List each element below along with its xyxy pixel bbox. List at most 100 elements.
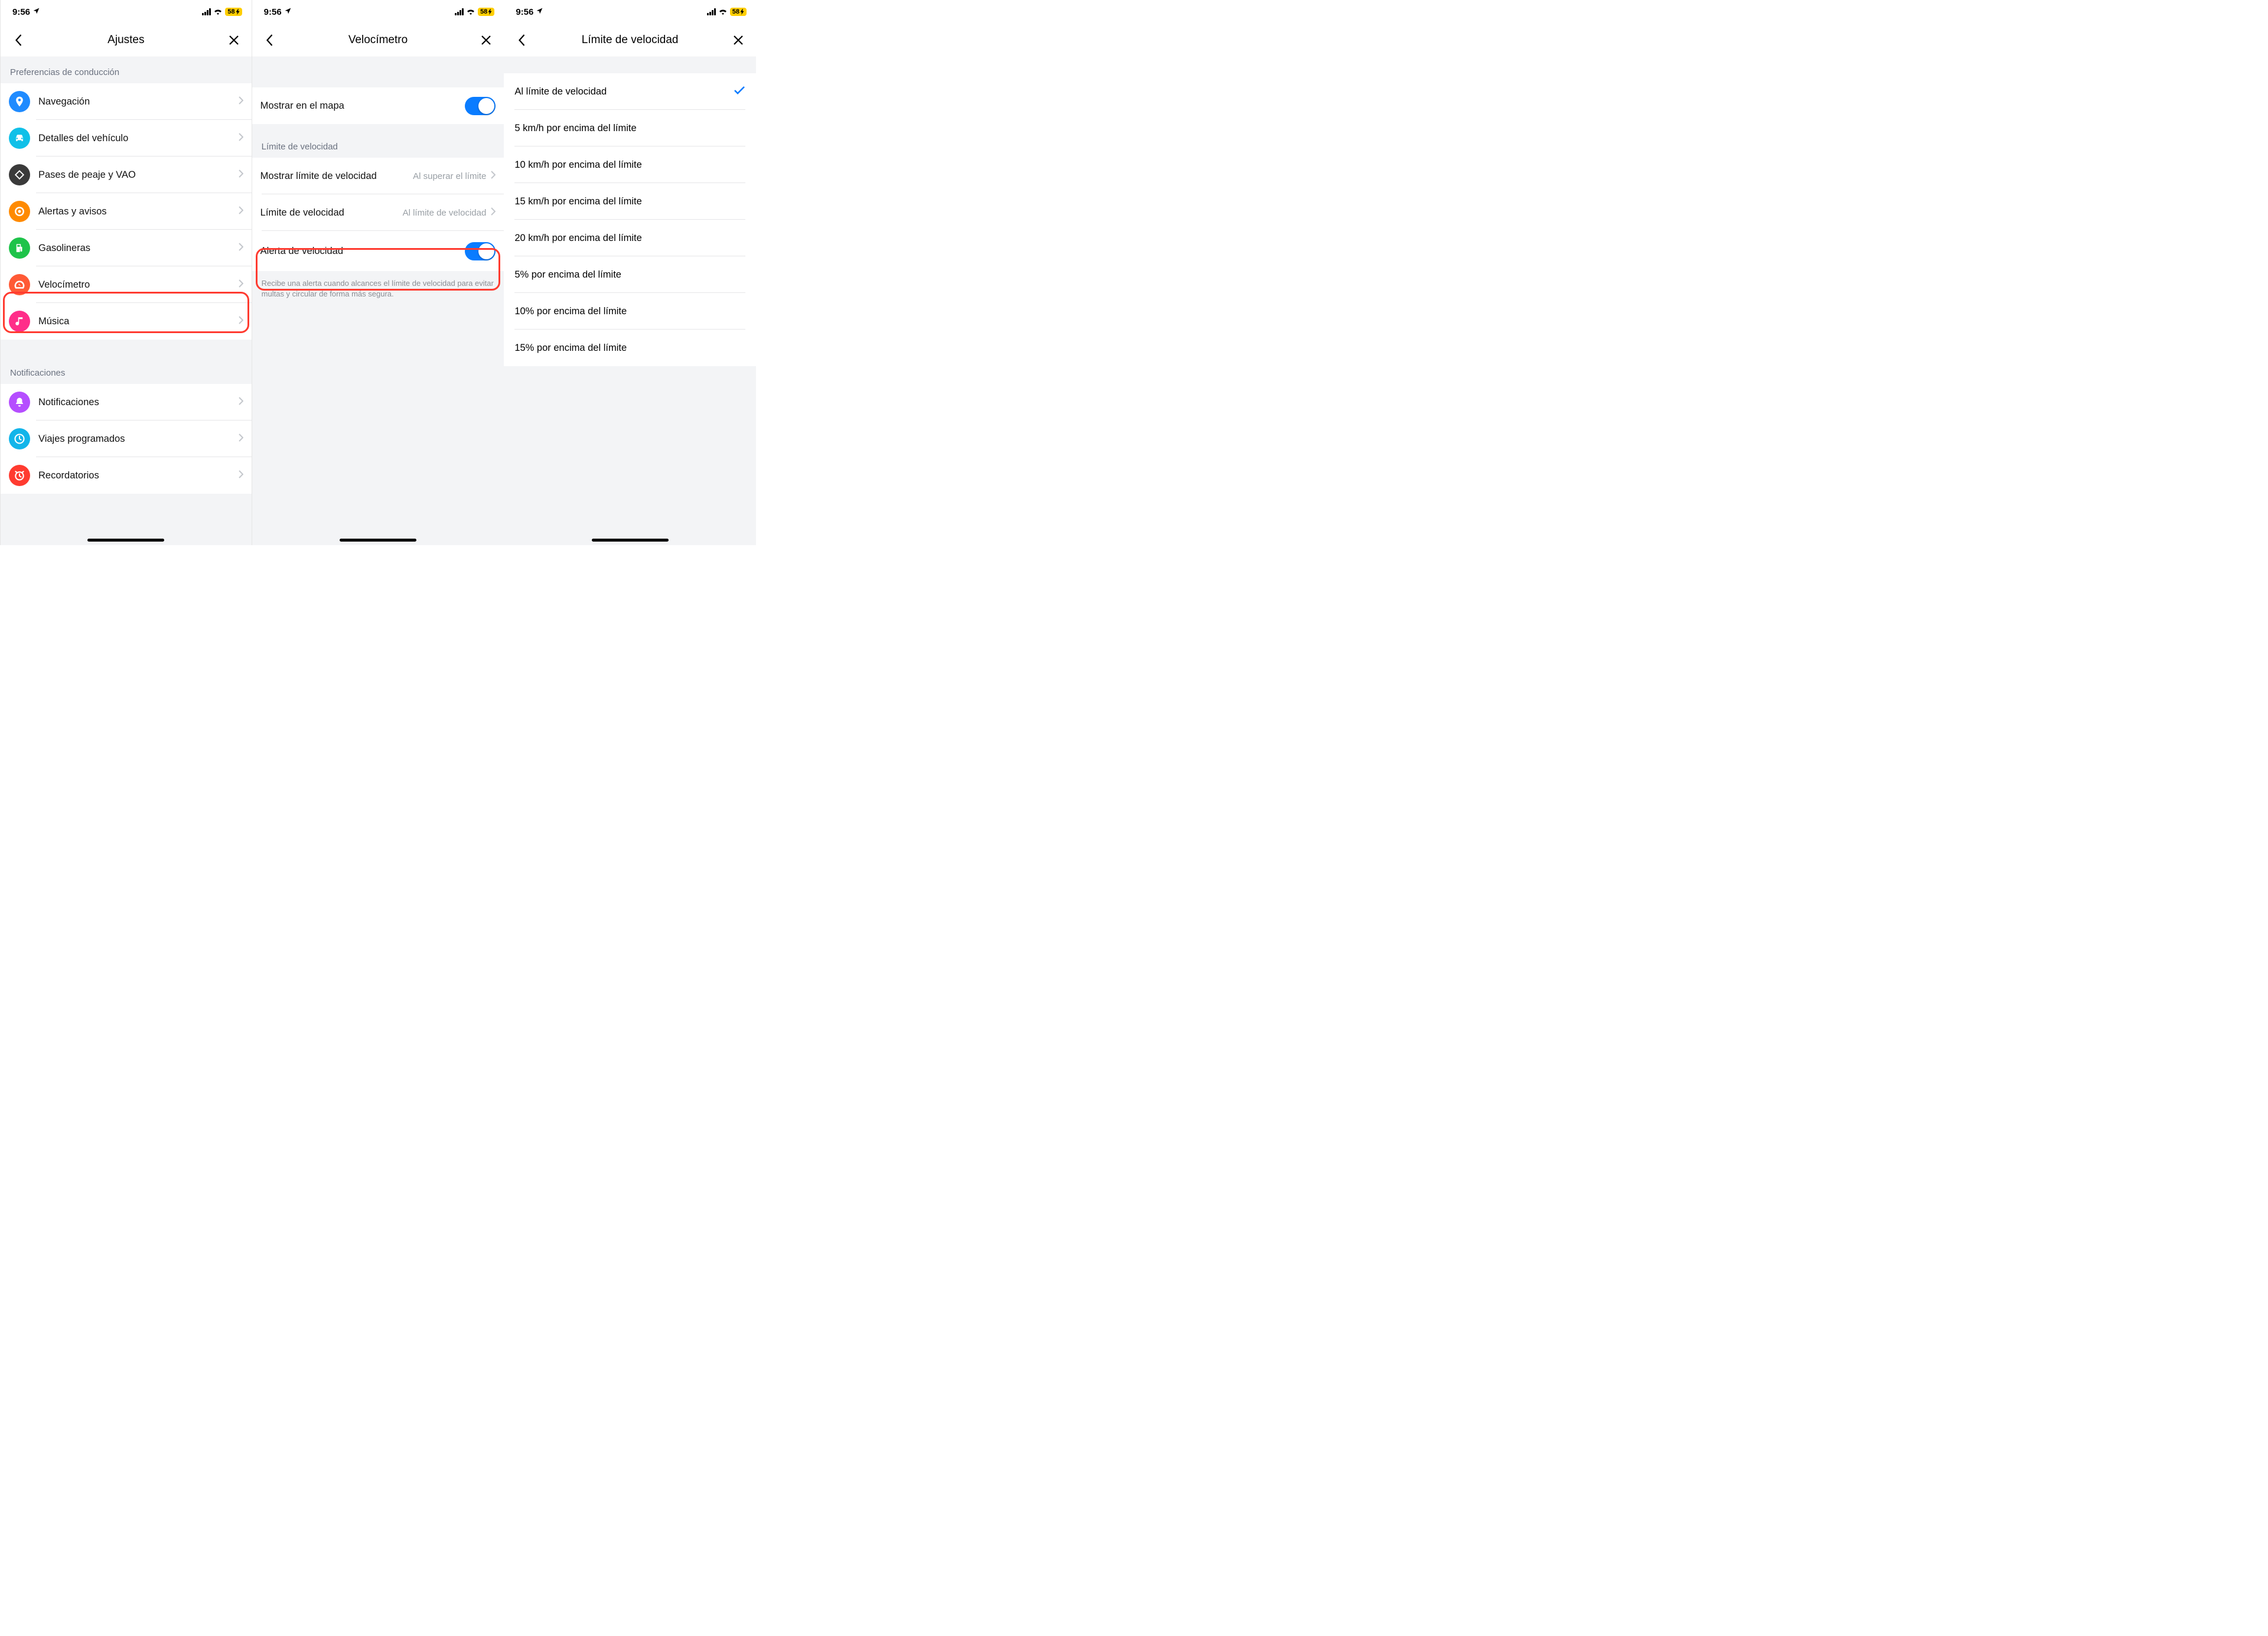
option-item[interactable]: Al límite de velocidad <box>504 73 756 110</box>
option-item[interactable]: 5% por encima del límite <box>504 256 756 293</box>
location-icon <box>32 7 40 17</box>
status-time: 9:56 <box>264 7 282 17</box>
chevron-right-icon <box>239 434 243 445</box>
list-item-label: Notificaciones <box>38 397 239 408</box>
screen-velocimetro: 9:56 58 Velocímetro Mostrar en el mapa L… <box>252 0 504 545</box>
target-icon <box>9 201 30 222</box>
home-indicator[interactable] <box>340 539 416 542</box>
chevron-right-icon <box>239 96 243 107</box>
chevron-right-icon <box>239 170 243 181</box>
location-icon <box>284 7 292 17</box>
notifications-list: Notificaciones Viajes programados Recordat… <box>1 384 252 494</box>
back-button[interactable] <box>512 31 531 50</box>
location-icon <box>536 7 543 17</box>
row-label: Alerta de velocidad <box>260 246 465 257</box>
car-icon <box>9 128 30 149</box>
row-label: Mostrar límite de velocidad <box>260 171 413 182</box>
chevron-right-icon <box>491 171 496 182</box>
row-show-speed-limit[interactable]: Mostrar límite de velocidad Al superar e… <box>252 158 504 194</box>
home-indicator[interactable] <box>592 539 669 542</box>
list-item[interactable]: Viajes programados <box>1 421 252 457</box>
option-item[interactable]: 5 km/h por encima del límite <box>504 110 756 146</box>
cellular-icon <box>455 8 464 15</box>
status-bar: 9:56 58 <box>504 0 756 24</box>
list-item-label: Recordatorios <box>38 470 239 481</box>
row-show-on-map[interactable]: Mostrar en el mapa <box>252 87 504 124</box>
toggle-show-on-map[interactable] <box>465 97 496 115</box>
cellular-icon <box>707 8 716 15</box>
chevron-right-icon <box>239 206 243 217</box>
battery-indicator: 58 <box>730 8 747 16</box>
music-icon <box>9 311 30 332</box>
list-item[interactable]: Música <box>1 303 252 340</box>
list-item[interactable]: Detalles del vehículo <box>1 120 252 157</box>
home-indicator[interactable] <box>87 539 164 542</box>
close-button[interactable] <box>477 31 496 50</box>
status-time: 9:56 <box>516 7 533 17</box>
clock-icon <box>9 428 30 449</box>
speed-limit-options: Al límite de velocidad 5 km/h por encima … <box>504 73 756 366</box>
list-item[interactable]: Gasolineras <box>1 230 252 266</box>
option-label: 20 km/h por encima del límite <box>514 233 642 244</box>
option-item[interactable]: 10% por encima del límite <box>504 293 756 330</box>
back-button[interactable] <box>9 31 28 50</box>
map-icon <box>9 91 30 112</box>
chevron-right-icon <box>239 470 243 481</box>
chevron-right-icon <box>239 397 243 408</box>
nav-header: Límite de velocidad <box>504 24 756 57</box>
section-header-driving: Preferencias de conducción <box>1 57 252 83</box>
screen-limite: 9:56 58 Límite de velocidad Al límite de… <box>504 0 756 545</box>
check-icon <box>734 86 745 98</box>
list-item-label: Viajes programados <box>38 434 239 445</box>
gauge-icon <box>9 274 30 295</box>
wifi-icon <box>213 7 223 17</box>
row-label: Mostrar en el mapa <box>260 100 465 112</box>
toggle-speed-alert[interactable] <box>465 242 496 260</box>
list-item[interactable]: Navegación <box>1 83 252 120</box>
chevron-right-icon <box>491 207 496 219</box>
battery-indicator: 58 <box>478 8 494 16</box>
list-item-label: Música <box>38 316 239 327</box>
option-label: 5% por encima del límite <box>514 269 621 281</box>
back-button[interactable] <box>260 31 279 50</box>
option-item[interactable]: 10 km/h por encima del límite <box>504 146 756 183</box>
status-bar: 9:56 58 <box>1 0 252 24</box>
option-label: 10 km/h por encima del límite <box>514 159 642 171</box>
close-button[interactable] <box>224 31 243 50</box>
row-value: Al límite de velocidad <box>403 208 487 218</box>
nav-header: Velocímetro <box>252 24 504 57</box>
bell-icon <box>9 392 30 413</box>
chevron-right-icon <box>239 243 243 254</box>
cellular-icon <box>202 8 211 15</box>
wifi-icon <box>466 7 475 17</box>
list-item[interactable]: Velocímetro <box>1 266 252 303</box>
footnote: Recibe una alerta cuando alcances el lím… <box>252 271 504 306</box>
option-label: 5 km/h por encima del límite <box>514 123 636 134</box>
row-speed-alert[interactable]: Alerta de velocidad <box>252 231 504 271</box>
battery-indicator: 58 <box>225 8 242 16</box>
list-item-label: Velocímetro <box>38 279 239 291</box>
list-item[interactable]: Notificaciones <box>1 384 252 421</box>
status-bar: 9:56 58 <box>252 0 504 24</box>
option-item[interactable]: 15% por encima del límite <box>504 330 756 366</box>
screen-ajustes: 9:56 58 Ajustes Preferencias de conducci… <box>0 0 252 545</box>
option-item[interactable]: 15 km/h por encima del límite <box>504 183 756 220</box>
list-item[interactable]: Recordatorios <box>1 457 252 494</box>
option-label: 15% por encima del límite <box>514 343 627 354</box>
chevron-right-icon <box>239 133 243 144</box>
chevron-right-icon <box>239 316 243 327</box>
list-item-label: Navegación <box>38 96 239 107</box>
row-speed-limit-value[interactable]: Límite de velocidad Al límite de velocid… <box>252 194 504 231</box>
nav-header: Ajustes <box>1 24 252 57</box>
close-button[interactable] <box>729 31 748 50</box>
alarm-icon <box>9 465 30 486</box>
page-title: Límite de velocidad <box>531 34 729 47</box>
option-item[interactable]: 20 km/h por encima del límite <box>504 220 756 256</box>
list-item[interactable]: Pases de peaje y VAO <box>1 157 252 193</box>
option-label: 10% por encima del límite <box>514 306 627 317</box>
row-label: Límite de velocidad <box>260 207 403 219</box>
fuel-icon <box>9 237 30 259</box>
list-item[interactable]: Alertas y avisos <box>1 193 252 230</box>
driving-prefs-list: Navegación Detalles del vehículoPases de … <box>1 83 252 340</box>
list-item-label: Gasolineras <box>38 243 239 254</box>
